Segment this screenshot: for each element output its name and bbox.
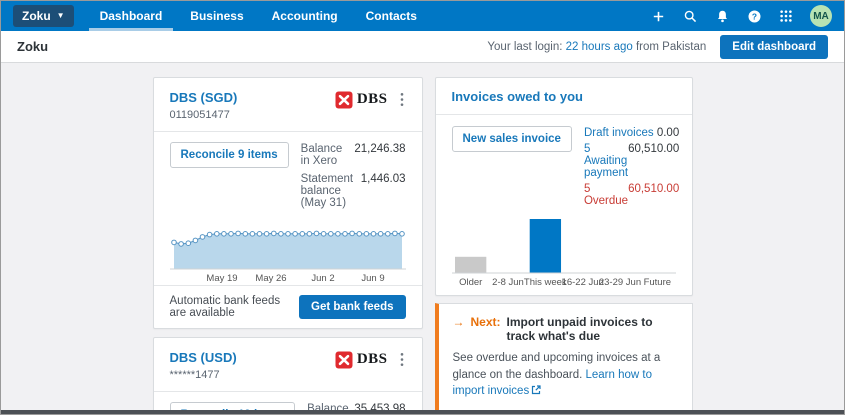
- next-label: Next:: [470, 315, 501, 329]
- summary-value: 0.00: [656, 127, 680, 139]
- callout-heading: → Next: Import unpaid invoices to track …: [453, 315, 678, 343]
- edit-dashboard-button[interactable]: Edit dashboard: [720, 34, 828, 59]
- page-header: Zoku Your last login: 22 hours ago from …: [1, 31, 844, 63]
- invoices-bar-chart: Older 2-8 Jun This week 16-22 Jun 23-29 Jun F…: [436, 215, 692, 295]
- page-title: Zoku: [17, 39, 49, 54]
- svg-text:16-22 Jun: 16-22 Jun: [561, 277, 603, 287]
- bank-feeds-text: Automatic bank feeds are available: [169, 295, 281, 319]
- svg-text:May 26: May 26: [255, 273, 286, 284]
- tab-contacts[interactable]: Contacts: [352, 1, 431, 31]
- account-card-header: DBS (SGD) 0119051477 DBS: [154, 78, 422, 131]
- invoice-summary: Draft invoices 0.00 5 Awaiting payment 6…: [584, 126, 679, 211]
- svg-text:2-8 Jun: 2-8 Jun: [492, 277, 524, 287]
- dbs-logo-text: DBS: [356, 351, 388, 367]
- balance-label: Balance in Xero: [300, 143, 343, 167]
- svg-text:May 19: May 19: [206, 273, 237, 284]
- last-login-suffix: from Pakistan: [635, 40, 707, 53]
- reconcile-row: Reconcile 9 items Balance in Xero 21,246…: [154, 132, 422, 221]
- org-name: Zoku: [22, 9, 51, 23]
- callout-title: Import unpaid invoices to track what's d…: [506, 315, 653, 343]
- summary-row: 5 Awaiting payment 60,510.00: [584, 143, 679, 179]
- last-login-text: Your last login: 22 hours ago from Pakis…: [487, 41, 706, 53]
- left-column: DBS (SGD) 0119051477 DBS Reconcile 9 ite…: [152, 77, 423, 414]
- account-card-header: DBS (USD) ******1477 DBS: [154, 338, 422, 391]
- summary-row: 5 Overdue 60,510.00: [584, 183, 679, 207]
- svg-text:Jun 2: Jun 2: [311, 273, 334, 284]
- svg-text:23-29 Jun: 23-29 Jun: [598, 277, 640, 287]
- account-menu-kebab-icon[interactable]: [398, 90, 406, 109]
- plus-icon[interactable]: [651, 9, 666, 24]
- user-avatar[interactable]: MA: [810, 5, 832, 27]
- dbs-logo-text: DBS: [356, 91, 388, 107]
- apps-grid-icon[interactable]: [779, 9, 793, 23]
- account-name-link[interactable]: DBS (USD): [170, 350, 237, 365]
- next-step-callout: → Next: Import unpaid invoices to track …: [434, 303, 693, 414]
- svg-text:This week: This week: [523, 277, 566, 287]
- balance-label: Statement balance (May 31): [300, 173, 354, 209]
- last-login-prefix: Your last login:: [487, 40, 563, 53]
- nav-tabs: Dashboard Business Accounting Contacts: [86, 1, 431, 31]
- dashboard-content: DBS (SGD) 0119051477 DBS Reconcile 9 ite…: [1, 63, 844, 414]
- account-number: ******1477: [169, 369, 220, 381]
- tab-business[interactable]: Business: [176, 1, 257, 31]
- search-icon[interactable]: [683, 9, 698, 24]
- invoices-body: New sales invoice Draft invoices 0.00 5 …: [436, 115, 692, 215]
- new-sales-invoice-button[interactable]: New sales invoice: [451, 126, 572, 152]
- balances: Balance in Xero 21,246.38 Statement bala…: [301, 142, 406, 215]
- tab-dashboard[interactable]: Dashboard: [86, 1, 177, 31]
- arrow-right-icon: →: [452, 315, 465, 329]
- header-right: Your last login: 22 hours ago from Pakis…: [487, 34, 828, 59]
- chevron-down-icon: ▼: [56, 11, 65, 20]
- summary-row: Draft invoices 0.00: [584, 127, 679, 139]
- org-switcher[interactable]: Zoku ▼: [13, 5, 74, 27]
- balance-row: Statement balance (May 31) 1,446.03: [301, 173, 406, 209]
- svg-text:Future: Future: [643, 277, 670, 287]
- account-header-right: DBS: [335, 350, 406, 369]
- svg-text:Jun 9: Jun 9: [361, 273, 384, 284]
- dbs-logo-icon: [335, 91, 353, 108]
- dbs-bank-logo: DBS: [335, 91, 388, 109]
- dbs-logo-icon: [335, 351, 353, 368]
- account-name-link[interactable]: DBS (SGD): [170, 90, 238, 105]
- reconcile-button[interactable]: Reconcile 9 items: [169, 142, 289, 168]
- summary-label-link[interactable]: Draft invoices: [584, 127, 657, 139]
- account-menu-kebab-icon[interactable]: [398, 350, 406, 369]
- external-link-icon: [531, 384, 541, 401]
- balance-value: 1,446.03: [360, 173, 406, 185]
- balance-area-chart: May 19 May 26 Jun 2 Jun 9: [154, 221, 422, 285]
- bank-account-card-usd: DBS (USD) ******1477 DBS Balance 35,453.…: [152, 337, 423, 414]
- svg-text:Older: Older: [459, 277, 482, 287]
- account-number: 0119051477: [169, 109, 230, 121]
- summary-label-link[interactable]: 5 Overdue: [584, 183, 628, 207]
- bank-account-card-sgd: DBS (SGD) 0119051477 DBS Reconcile 9 ite…: [152, 77, 423, 329]
- get-bank-feeds-button[interactable]: Get bank feeds: [299, 295, 406, 319]
- summary-label-link[interactable]: 5 Awaiting payment: [584, 143, 628, 179]
- invoices-owed-panel: Invoices owed to you New sales invoice D…: [434, 77, 693, 296]
- app-window: Zoku ▼ Dashboard Business Accounting Con…: [0, 0, 845, 415]
- summary-value: 60,510.00: [628, 183, 680, 195]
- top-navbar: Zoku ▼ Dashboard Business Accounting Con…: [1, 1, 844, 31]
- tab-accounting[interactable]: Accounting: [258, 1, 352, 31]
- navbar-actions: ? MA: [651, 5, 834, 27]
- balance-value: 21,246.38: [354, 143, 406, 155]
- panel-title: Invoices owed to you: [451, 89, 583, 104]
- help-icon[interactable]: ?: [747, 9, 762, 24]
- balance-row: Balance in Xero 21,246.38: [301, 143, 406, 167]
- right-column: Invoices owed to you New sales invoice D…: [434, 77, 693, 414]
- dbs-bank-logo: DBS: [335, 351, 388, 369]
- summary-value: 60,510.00: [628, 143, 680, 155]
- account-identity: DBS (SGD) 0119051477: [170, 90, 238, 121]
- card-footer: Automatic bank feeds are available Get b…: [154, 286, 422, 328]
- bell-icon[interactable]: [715, 9, 730, 24]
- account-identity: DBS (USD) ******1477: [170, 350, 237, 381]
- svg-text:?: ?: [752, 11, 757, 21]
- callout-body: See overdue and upcoming invoices at a g…: [453, 350, 678, 401]
- account-header-right: DBS: [335, 90, 406, 109]
- window-bottom-edge: [1, 410, 844, 414]
- last-login-link[interactable]: 22 hours ago: [566, 41, 633, 53]
